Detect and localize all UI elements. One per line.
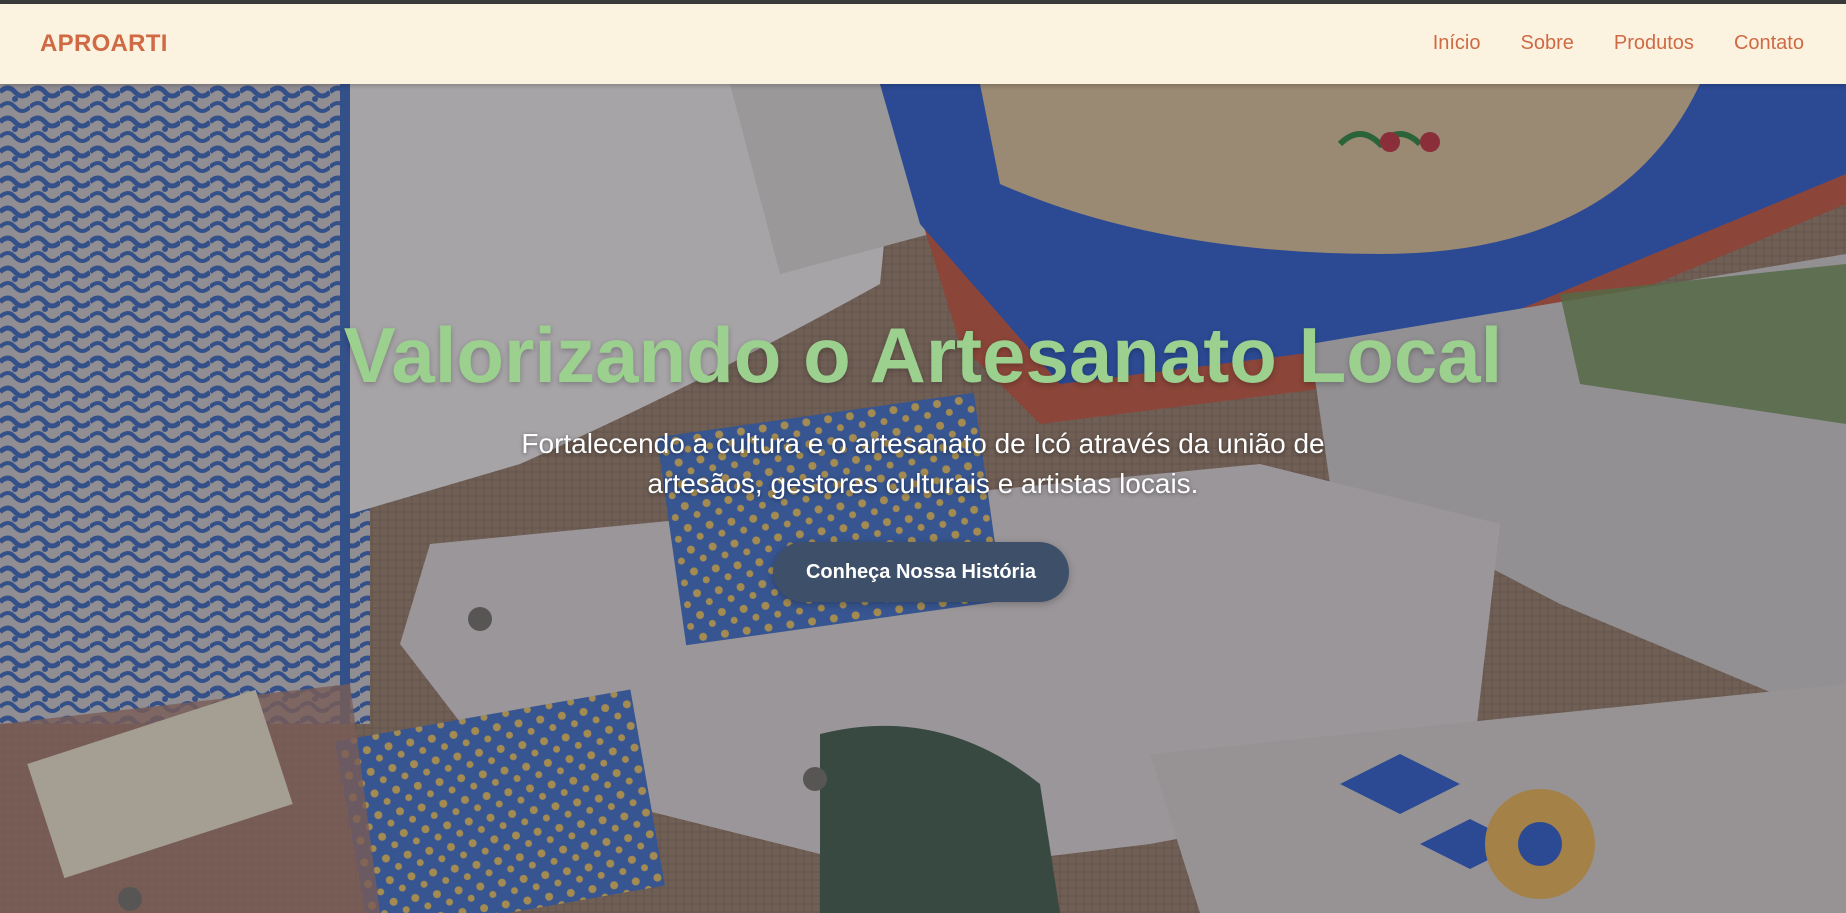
navbar: APROARTI Início Sobre Produtos Contato — [0, 4, 1846, 84]
hero-section: Valorizando o Artesanato Local Fortalece… — [0, 84, 1846, 913]
hero-content: Valorizando o Artesanato Local Fortalece… — [0, 84, 1846, 913]
nav-link-produtos[interactable]: Produtos — [1614, 32, 1694, 55]
nav-link-sobre[interactable]: Sobre — [1521, 32, 1574, 55]
nav-links: Início Sobre Produtos Contato — [1433, 32, 1804, 55]
our-story-button[interactable]: Conheça Nossa História — [773, 542, 1069, 602]
hero-subtitle: Fortalecendo a cultura e o artesanato de… — [521, 428, 1325, 499]
nav-link-contato[interactable]: Contato — [1734, 32, 1804, 55]
brand-logo[interactable]: APROARTI — [40, 30, 168, 58]
hero-title: Valorizando o Artesanato Local — [343, 311, 1503, 399]
nav-link-inicio[interactable]: Início — [1433, 32, 1481, 55]
